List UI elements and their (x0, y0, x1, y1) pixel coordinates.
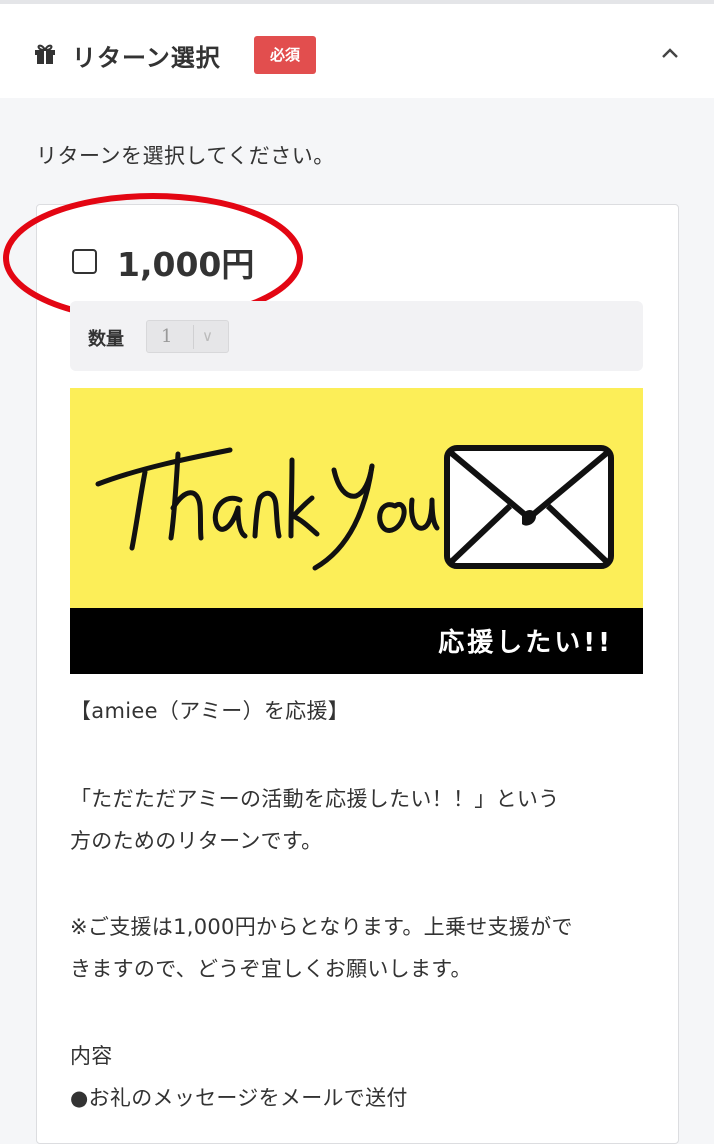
return-select-header[interactable]: リターン選択 必須 (0, 4, 714, 98)
section-title: リターン選択 (72, 44, 221, 72)
description-line: ※ご支援は1,000円からとなります。上乗せ支援がで (70, 915, 573, 939)
reward-checkbox[interactable] (72, 249, 97, 274)
quantity-value: 1 (161, 326, 173, 347)
banner-caption: 応援したい!! (438, 628, 613, 658)
quantity-select[interactable]: 1 ∨ (146, 320, 229, 353)
description-heading: 【amiee（アミー）を応援】 (70, 699, 350, 723)
chevron-up-icon[interactable] (659, 44, 681, 62)
contents-label: 内容 (70, 1044, 113, 1068)
description-line: きますので、どうぞ宜しくお願いします。 (70, 957, 472, 981)
reward-image: 応援したい!! (70, 388, 643, 674)
quantity-label: 数量 (88, 329, 124, 350)
description-line: 「ただただアミーの活動を応援したい！！」という (70, 787, 560, 811)
required-badge: 必須 (254, 36, 316, 74)
select-divider (193, 325, 194, 349)
contents-item: ●お礼のメッセージをメールで送付 (70, 1086, 408, 1110)
banner-caption-bar: 応援したい!! (70, 608, 643, 674)
instruction-text: リターンを選択してください。 (36, 144, 335, 168)
thank-you-artwork (95, 445, 614, 571)
reward-price[interactable]: 1,000円 (117, 238, 254, 286)
gift-icon (35, 44, 55, 64)
chevron-down-icon: ∨ (202, 327, 213, 345)
description-line: 方のためのリターンです。 (70, 829, 323, 853)
